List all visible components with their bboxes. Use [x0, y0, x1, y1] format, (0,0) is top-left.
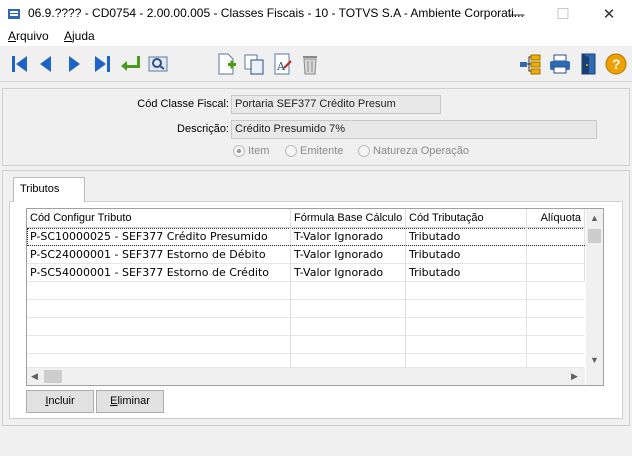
- scroll-left-icon[interactable]: ◀: [31, 371, 38, 382]
- cell-cod-tributacao: Tributado: [406, 228, 527, 245]
- radio-item-circle: [233, 145, 245, 157]
- radio-natureza-circle: [358, 145, 370, 157]
- column-header-aliquota[interactable]: Alíquota: [527, 209, 585, 227]
- vertical-scroll-thumb[interactable]: [588, 229, 601, 243]
- delete-record-icon[interactable]: [298, 52, 322, 76]
- horizontal-scrollbar[interactable]: ◀ ▶: [27, 368, 585, 385]
- help-icon[interactable]: ?: [604, 52, 628, 76]
- radio-item-label: Item: [248, 145, 270, 157]
- eliminar-button[interactable]: Eliminar: [96, 390, 164, 413]
- new-record-icon[interactable]: [214, 52, 238, 76]
- cod-classe-fiscal-label: Cód Classe Fiscal:: [137, 98, 229, 110]
- hierarchy-icon[interactable]: [518, 52, 542, 76]
- title-bar: 06.9.???? - CD0754 - 2.00.00.005 - Class…: [0, 0, 632, 28]
- cell-aliquota: [527, 264, 585, 281]
- previous-record-icon[interactable]: [34, 52, 58, 76]
- empty-row: [27, 318, 585, 336]
- cell-cod-configur: P-SC54000001 - SEF377 Estorno de Crédito: [27, 264, 291, 281]
- print-icon[interactable]: [548, 52, 572, 76]
- scroll-down-icon[interactable]: ▼: [590, 355, 599, 365]
- status-bar: [0, 428, 632, 456]
- exit-icon[interactable]: [576, 52, 600, 76]
- radio-item[interactable]: Item: [233, 145, 269, 157]
- menu-bar: Arquivo Ajuda: [0, 28, 632, 46]
- table-row[interactable]: P-SC24000001 - SEF377 Estorno de Débito …: [27, 246, 585, 264]
- cod-classe-fiscal-field[interactable]: Portaria SEF377 Crédito Presum: [231, 95, 441, 114]
- menu-arquivo[interactable]: Arquivo: [8, 29, 49, 43]
- return-icon[interactable]: [118, 52, 142, 76]
- column-header-formula[interactable]: Fórmula Base Cálculo: [291, 209, 406, 227]
- cell-cod-tributacao: Tributado: [406, 246, 527, 263]
- column-header-cod-tributacao[interactable]: Cód Tributação: [406, 209, 527, 227]
- radio-natureza[interactable]: Natureza Operação: [358, 145, 469, 157]
- radio-emitente[interactable]: Emitente: [285, 145, 343, 157]
- edit-record-icon[interactable]: A: [270, 52, 294, 76]
- grid-header: Cód Configur Tributo Fórmula Base Cálcul…: [27, 209, 585, 228]
- horizontal-scroll-thumb[interactable]: [44, 370, 62, 383]
- table-row[interactable]: P-SC54000001 - SEF377 Estorno de Crédito…: [27, 264, 585, 282]
- maximize-button[interactable]: ☐: [540, 0, 586, 28]
- tributos-grid: Cód Configur Tributo Fórmula Base Cálcul…: [26, 208, 604, 386]
- descricao-label: Descrição:: [177, 123, 229, 135]
- empty-row: [27, 300, 585, 318]
- close-button[interactable]: ✕: [586, 0, 632, 28]
- empty-row: [27, 336, 585, 354]
- cell-cod-tributacao: Tributado: [406, 264, 527, 281]
- cell-formula: T-Valor Ignorado: [291, 246, 406, 263]
- first-record-icon[interactable]: [8, 52, 32, 76]
- table-row[interactable]: P-SC10000025 - SEF377 Crédito Presumido …: [27, 228, 585, 246]
- toolbar: A ?: [0, 46, 632, 82]
- cell-aliquota: [527, 246, 585, 263]
- empty-row: [27, 282, 585, 300]
- last-record-icon[interactable]: [90, 52, 114, 76]
- scroll-up-icon[interactable]: ▲: [590, 213, 599, 223]
- header-panel: Cód Classe Fiscal: Portaria SEF377 Crédi…: [2, 88, 630, 166]
- cell-cod-configur: P-SC24000001 - SEF377 Estorno de Débito: [27, 246, 291, 263]
- tab-tributos[interactable]: Tributos: [13, 177, 85, 202]
- radio-emitente-circle: [285, 145, 297, 157]
- radio-emitente-label: Emitente: [300, 145, 344, 157]
- cell-formula: T-Valor Ignorado: [291, 264, 406, 281]
- scroll-right-icon[interactable]: ▶: [571, 371, 578, 382]
- empty-row: [27, 354, 585, 368]
- column-header-cod-configur[interactable]: Cód Configur Tributo: [27, 209, 291, 227]
- vertical-scrollbar[interactable]: ▲ ▼: [586, 209, 603, 368]
- cell-cod-configur: P-SC10000025 - SEF377 Crédito Presumido: [27, 228, 291, 245]
- minimize-button[interactable]: —: [494, 0, 540, 28]
- radio-natureza-label: Natureza Operação: [373, 145, 469, 157]
- app-icon: [8, 9, 20, 19]
- cell-formula: T-Valor Ignorado: [291, 228, 406, 245]
- descricao-field[interactable]: Crédito Presumido 7%: [231, 120, 597, 139]
- copy-record-icon[interactable]: [242, 52, 266, 76]
- menu-ajuda[interactable]: Ajuda: [64, 29, 95, 43]
- scroll-corner: [586, 368, 603, 385]
- next-record-icon[interactable]: [62, 52, 86, 76]
- cell-aliquota: [527, 228, 585, 245]
- incluir-button[interactable]: Incluir: [26, 390, 94, 413]
- window-title: 06.9.???? - CD0754 - 2.00.00.005 - Class…: [28, 6, 524, 20]
- svg-text:?: ?: [612, 56, 621, 72]
- search-icon[interactable]: [146, 52, 170, 76]
